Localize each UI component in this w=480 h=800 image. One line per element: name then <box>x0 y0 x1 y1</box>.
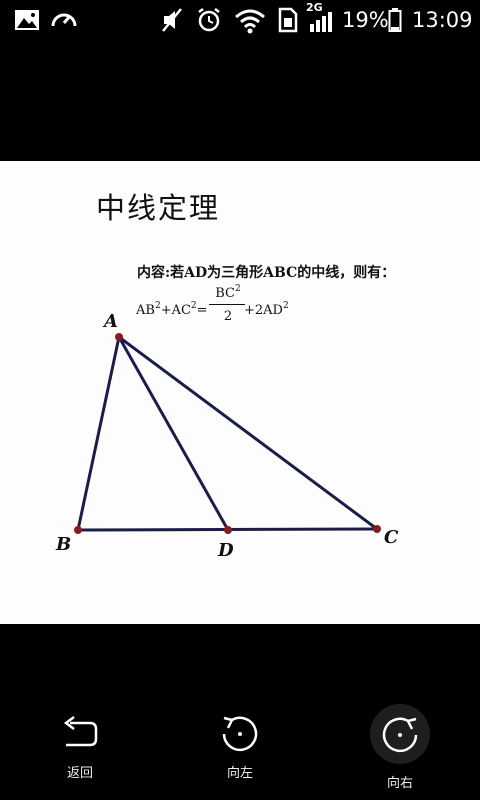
sim-card-icon <box>278 7 298 33</box>
point-c <box>373 525 381 533</box>
rotate-right-label: 向右 <box>386 776 413 791</box>
battery-percent: 19% <box>342 8 389 32</box>
point-a <box>115 333 123 341</box>
back-label: 返回 <box>66 766 93 781</box>
back-button[interactable]: 返回 <box>40 700 120 800</box>
signal-strength-icon <box>310 12 332 32</box>
vertex-label-b: B <box>55 534 71 555</box>
vertex-label-d: D <box>217 540 234 561</box>
alarm-icon <box>198 8 220 32</box>
rotate-left-icon <box>222 716 258 752</box>
gallery-notification-icon <box>15 10 39 30</box>
clock: 13:09 <box>412 8 473 32</box>
rotate-right-icon <box>382 717 418 753</box>
speedometer-icon <box>51 13 77 27</box>
mute-icon <box>162 8 182 32</box>
triangle-lines <box>76 335 378 532</box>
wifi-icon <box>235 9 265 34</box>
segment-ab <box>76 336 121 531</box>
back-arrow-icon <box>63 716 98 747</box>
vertex-label-a: A <box>102 311 118 332</box>
status-bar: 2G 19% 13:09 <box>0 0 480 40</box>
rotate-left-button[interactable]: 向左 <box>200 700 280 800</box>
segment-ad <box>117 336 230 531</box>
segment-ac <box>118 335 378 531</box>
battery-icon <box>388 8 402 32</box>
point-d <box>224 526 232 534</box>
rotate-left-label: 向左 <box>226 766 253 781</box>
rotate-right-button[interactable]: 向右 <box>360 700 440 800</box>
point-b <box>74 526 82 534</box>
triangle-diagram: A B D C <box>55 311 399 561</box>
vertex-label-c: C <box>384 527 399 548</box>
image-viewer[interactable]: 中线定理 内容:若AD为三角形ABC的中线，则有： AB2+AC2= BC2 2… <box>0 161 480 624</box>
